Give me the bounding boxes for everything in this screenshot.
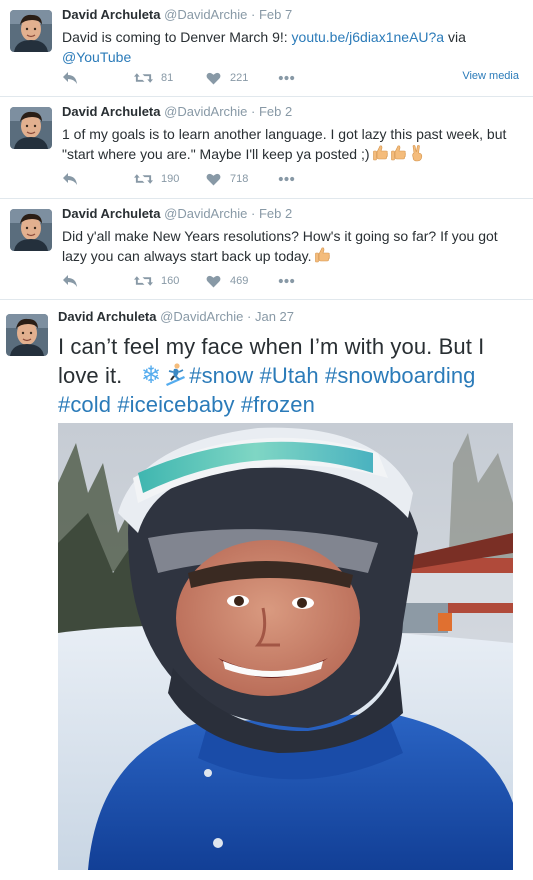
view-media-link[interactable]: View media — [462, 70, 519, 82]
tweet-header: David Archuleta @DavidArchie · Feb 7 — [62, 6, 523, 24]
retweet-count: 160 — [161, 275, 180, 287]
tweet-timestamp[interactable]: · Feb 2 — [251, 206, 292, 221]
tweet-text: Did y'all make New Years resolutions? Ho… — [62, 228, 498, 264]
thumbs-up-emoji-icon — [391, 145, 406, 162]
retweet-count: 81 — [161, 72, 174, 84]
hashtag[interactable]: #snowboarding — [325, 363, 476, 388]
reply-button[interactable] — [62, 172, 134, 186]
author-name[interactable]: David Archuleta — [62, 7, 161, 22]
tweet-3[interactable]: David Archuleta @DavidArchie · Feb 2 Did… — [0, 199, 533, 300]
tweet-text-start: David is coming to Denver March 9!: — [62, 29, 292, 45]
avatar[interactable] — [6, 314, 48, 356]
reply-icon — [62, 71, 78, 85]
like-button[interactable]: 221 — [206, 72, 278, 85]
author-handle[interactable]: @DavidArchie — [160, 309, 243, 324]
tweet-photo[interactable] — [58, 423, 513, 870]
like-count: 221 — [230, 72, 249, 84]
like-button[interactable]: 469 — [206, 275, 278, 288]
tweet-text: David is coming to Denver March 9!: yout… — [62, 27, 523, 67]
hashtag[interactable]: #frozen — [241, 392, 315, 417]
more-icon — [278, 75, 295, 81]
author-handle[interactable]: @DavidArchie — [164, 104, 247, 119]
tweet-text-block: Did y'all make New Years resolutions? Ho… — [62, 226, 523, 266]
tweet-text-block: 1 of my goals is to learn another langua… — [62, 124, 523, 164]
more-button[interactable] — [278, 176, 295, 182]
mention-link[interactable]: @YouTube — [62, 49, 131, 65]
retweet-button[interactable]: 81 — [134, 71, 206, 85]
avatar[interactable] — [10, 107, 52, 149]
reply-icon — [62, 172, 78, 186]
snowflake-emoji-icon: ❄ — [141, 362, 162, 389]
more-button[interactable] — [278, 278, 295, 284]
retweet-count: 190 — [161, 173, 180, 185]
hashtag[interactable]: #snow — [189, 363, 253, 388]
tweet-header: David Archuleta @DavidArchie · Jan 27 — [58, 308, 515, 326]
tweet-link[interactable]: youtu.be/j6diax1neAU?a — [292, 29, 445, 45]
tweet-actions: 81 221 View media — [62, 68, 523, 88]
avatar[interactable] — [10, 209, 52, 251]
like-count: 718 — [230, 173, 249, 185]
author-name[interactable]: David Archuleta — [62, 104, 161, 119]
more-button[interactable] — [278, 75, 295, 81]
retweet-button[interactable]: 160 — [134, 274, 206, 288]
tweet-2[interactable]: David Archuleta @DavidArchie · Feb 2 1 o… — [0, 97, 533, 199]
like-count: 469 — [230, 275, 249, 287]
hashtag[interactable]: #iceicebaby — [117, 392, 234, 417]
tweet-actions: 160 469 — [62, 271, 523, 291]
tweet-text: 1 of my goals is to learn another langua… — [62, 126, 507, 162]
tweet-actions: 190 718 — [62, 169, 523, 189]
more-icon — [278, 176, 295, 182]
retweet-icon — [134, 172, 153, 186]
author-handle[interactable]: @DavidArchie — [164, 7, 247, 22]
avatar[interactable] — [10, 10, 52, 52]
author-name[interactable]: David Archuleta — [62, 206, 161, 221]
author-name[interactable]: David Archuleta — [58, 309, 157, 324]
peace-sign-emoji-icon — [409, 145, 424, 162]
tweet-text-via: via — [444, 29, 466, 45]
reply-button[interactable] — [62, 274, 134, 288]
tweet-timestamp[interactable]: · Jan 27 — [247, 309, 294, 324]
retweet-icon — [134, 71, 153, 85]
tweet-header: David Archuleta @DavidArchie · Feb 2 — [62, 103, 523, 121]
thumbs-up-emoji-icon — [373, 145, 388, 162]
more-icon — [278, 278, 295, 284]
tweet-1[interactable]: David Archuleta @DavidArchie · Feb 7 Dav… — [0, 0, 533, 97]
heart-icon — [206, 275, 221, 288]
hashtag[interactable]: #cold — [58, 392, 111, 417]
retweet-button[interactable]: 190 — [134, 172, 206, 186]
author-handle[interactable]: @DavidArchie — [164, 206, 247, 221]
retweet-icon — [134, 274, 153, 288]
hashtag[interactable]: #Utah — [260, 363, 319, 388]
thumbs-up-emoji-icon — [315, 247, 330, 264]
tweet-text-block: I can’t feel my face when I’m with you. … — [58, 332, 515, 419]
tweet-timestamp[interactable]: · Feb 2 — [251, 104, 292, 119]
tweet-timestamp[interactable]: · Feb 7 — [251, 7, 292, 22]
heart-icon — [206, 173, 221, 186]
snowboarder-emoji-icon — [166, 363, 186, 386]
tweet-header: David Archuleta @DavidArchie · Feb 2 — [62, 205, 523, 223]
heart-icon — [206, 72, 221, 85]
like-button[interactable]: 718 — [206, 173, 278, 186]
reply-button[interactable] — [62, 71, 134, 85]
reply-icon — [62, 274, 78, 288]
